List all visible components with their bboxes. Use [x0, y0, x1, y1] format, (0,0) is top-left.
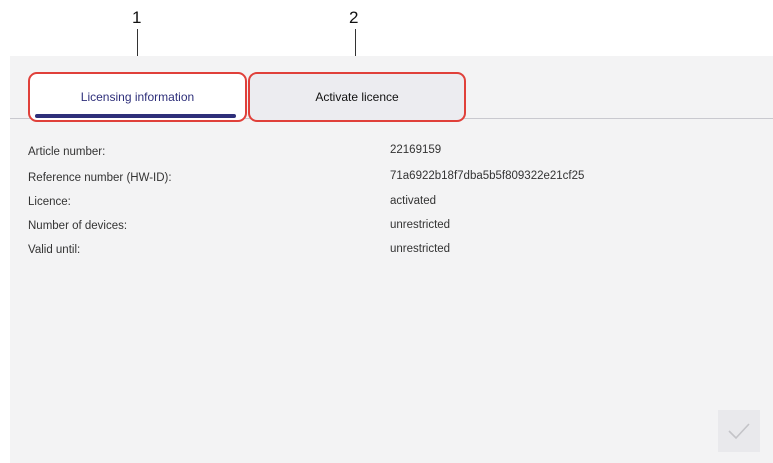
confirm-button[interactable]	[718, 410, 760, 452]
checkmark-icon	[728, 423, 750, 440]
article-number-value: 22169159	[390, 144, 442, 156]
licence-label: Licence:	[28, 196, 71, 208]
licensing-panel: Licensing information Activate licence A…	[10, 56, 773, 463]
number-of-devices-label: Number of devices:	[28, 220, 128, 232]
reference-number-label: Reference number (HW-ID):	[28, 172, 172, 184]
highlight-frame-1	[28, 72, 247, 122]
article-number-label: Article number:	[28, 146, 106, 158]
valid-until-label: Valid until:	[28, 244, 81, 256]
licence-value: activated	[390, 195, 437, 207]
highlight-frame-2	[248, 72, 466, 122]
valid-until-value: unrestricted	[390, 243, 451, 255]
number-of-devices-value: unrestricted	[390, 219, 451, 231]
reference-number-value: 71a6922b18f7dba5b5f809322e21cf25	[390, 170, 585, 182]
callout-number-1: 1	[132, 8, 142, 27]
callout-number-2: 2	[349, 8, 359, 27]
